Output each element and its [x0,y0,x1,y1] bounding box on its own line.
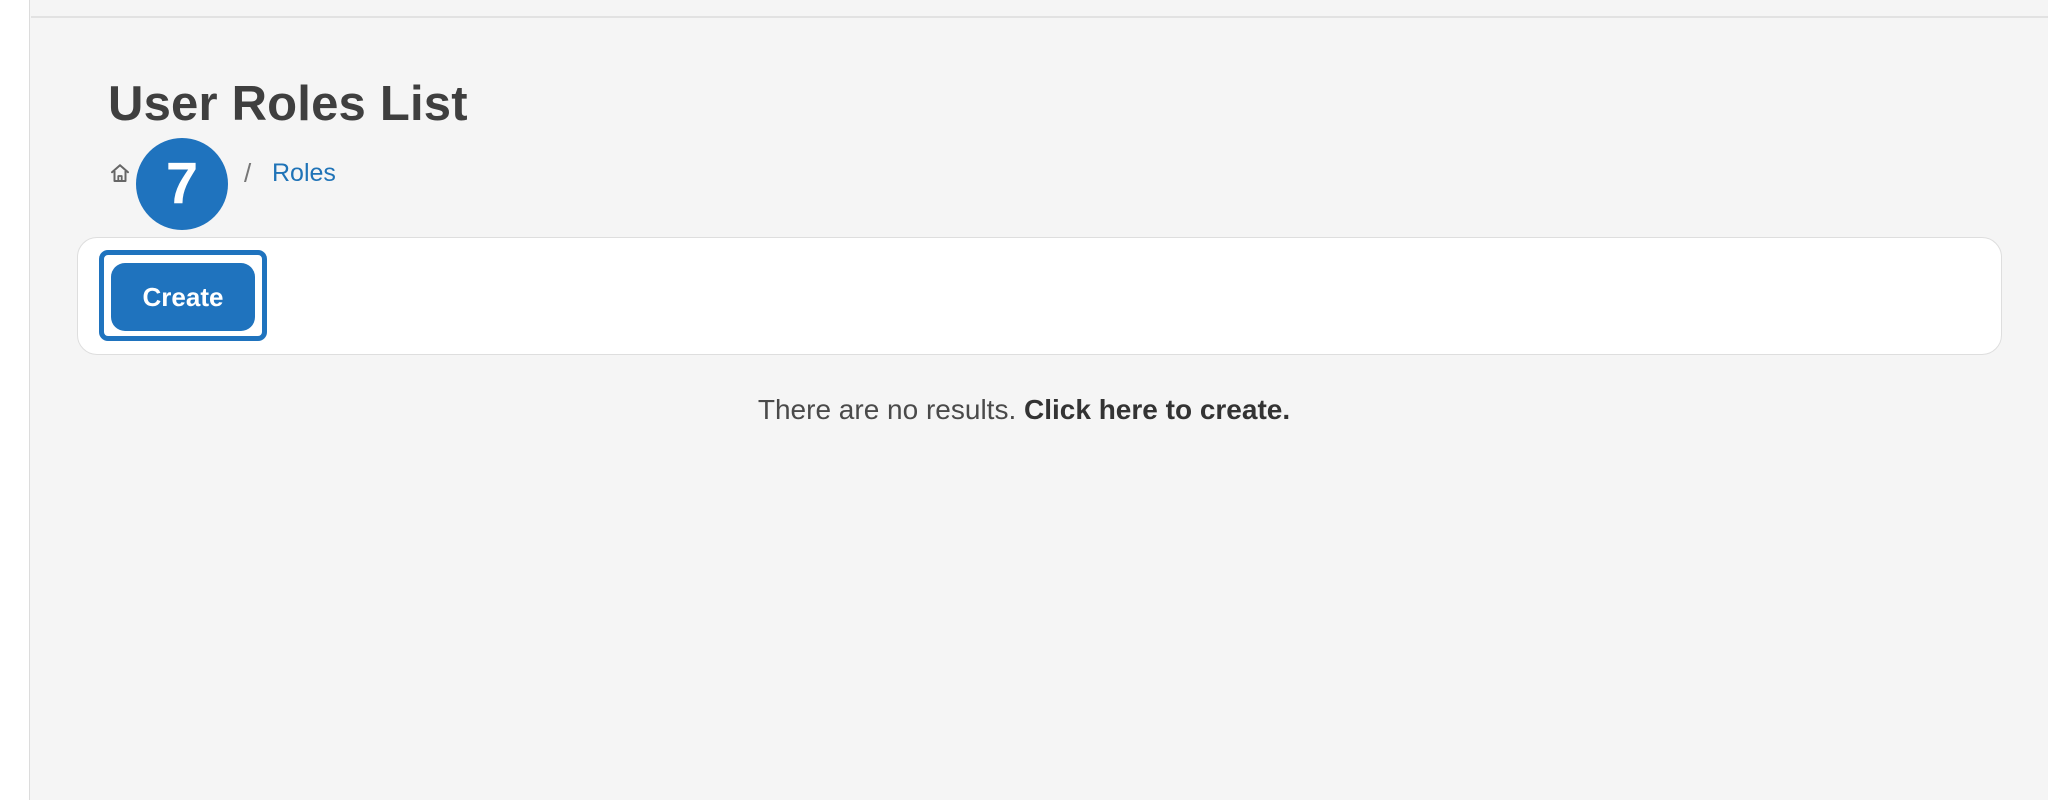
breadcrumb: / Roles [108,156,336,190]
create-button[interactable]: Create [111,263,255,331]
create-link[interactable]: Click here to create. [1024,394,1290,425]
create-button-focus-ring: Create [99,250,267,341]
page-title: User Roles List [108,77,468,131]
breadcrumb-roles-link[interactable]: Roles [272,156,336,190]
empty-results-message: There are no results. Click here to crea… [0,390,2048,430]
step-number-badge: 7 [136,138,228,230]
toolbar-card: Create [77,237,2002,355]
home-icon[interactable] [108,161,132,185]
no-results-text: There are no results. [757,394,1017,425]
breadcrumb-separator: / [244,158,252,188]
top-bar [31,0,2048,18]
